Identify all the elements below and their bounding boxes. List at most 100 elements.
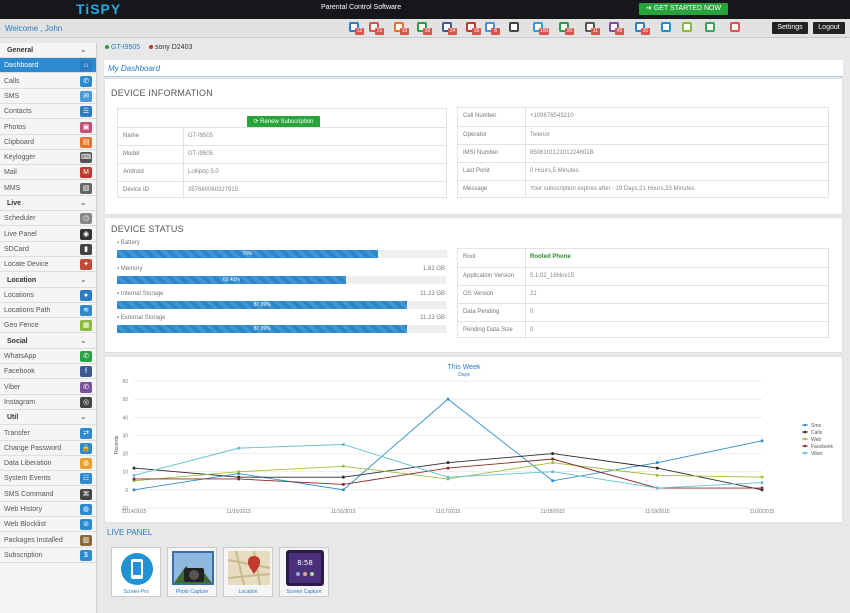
sidebar-item-locations[interactable]: Locations ● <box>0 288 96 303</box>
notification-count-badge: 19 <box>472 28 481 35</box>
whatsapp-notification[interactable]: 36 <box>416 21 432 35</box>
chevron-down-icon: ⌄ <box>80 335 87 345</box>
info-value: +109876543210 <box>530 113 574 119</box>
live-screen-capture[interactable]: 8:58 Screen Capture <box>279 547 329 597</box>
info-key: Operator <box>463 132 487 138</box>
sidebar-section-location[interactable]: Location ⌄ <box>0 273 96 288</box>
live-location[interactable]: Location <box>223 547 273 597</box>
location-notification[interactable] <box>704 21 718 35</box>
sidebar-section-social[interactable]: Social ⌄ <box>0 334 96 349</box>
notification-count-badge: 36 <box>423 28 432 35</box>
sidebar-section-util[interactable]: Util ⌄ <box>0 410 96 426</box>
sidebar-item-live-panel[interactable]: Live Panel ◉ <box>0 227 96 242</box>
sidebar-label: Facebook <box>4 368 35 376</box>
sidebar-item-clipboard[interactable]: Clipboard ▤ <box>0 135 96 150</box>
mms-icon: ▧ <box>80 182 92 194</box>
sidebar-item-mail[interactable]: Mail M <box>0 165 96 181</box>
sidebar-label: System Events <box>4 475 51 483</box>
sidebar-item-calls[interactable]: Calls ✆ <box>0 74 96 89</box>
live-item-label: Screen-Pro <box>123 589 149 595</box>
sidebar-item-contacts[interactable]: Contacts ☰ <box>0 104 96 120</box>
sidebar-item-sms-command[interactable]: SMS Command ⌘ <box>0 487 96 502</box>
sidebar-item-scheduler[interactable]: Scheduler ◷ <box>0 211 96 227</box>
sidebar-section-live[interactable]: Live ⌄ <box>0 196 96 211</box>
legend-marker <box>803 437 807 441</box>
device-status-title: DEVICE STATUS <box>111 224 184 234</box>
cell-divider <box>183 164 184 181</box>
sidebar-item-sdcard[interactable]: SDCard ▮ <box>0 242 96 257</box>
video-icon <box>730 22 740 32</box>
sidebar-label: Locate Device <box>4 261 49 269</box>
sidebar-label: SMS <box>4 92 20 100</box>
live-item-label: Photo Capture <box>175 589 209 595</box>
sidebar-item-mms[interactable]: MMS ▧ <box>0 181 96 196</box>
sidebar-item-viber[interactable]: Viber ✆ <box>0 380 96 395</box>
calls-notification[interactable]: 12 <box>348 21 364 35</box>
sidebar-label: Social <box>7 337 28 345</box>
sidebar-item-instagram[interactable]: Instagram ◎ <box>0 395 96 410</box>
sidebar-label: Location <box>7 276 37 284</box>
keylogger-notification[interactable] <box>508 21 522 35</box>
x-tick-label: 11/17/2015 <box>436 509 461 515</box>
sidebar-label: Keylogger <box>4 154 36 162</box>
video-notification[interactable] <box>729 21 743 35</box>
notification-count-badge: 31 <box>641 28 650 35</box>
skype-notification[interactable]: 100 <box>532 21 550 35</box>
info-key: Android <box>123 169 144 175</box>
live-photo-capture[interactable]: Photo Capture <box>167 547 217 597</box>
info-key: Data Pending <box>463 309 500 315</box>
subscription-notification[interactable] <box>660 21 674 35</box>
dollar-icon: $ <box>80 549 92 561</box>
sidebar-item-locate-device[interactable]: Locate Device ✦ <box>0 257 96 273</box>
sidebar-label: SDCard <box>4 245 29 253</box>
info-key: Pending Data Size <box>463 327 513 333</box>
status-bar-capacity: 1.82 GB <box>422 266 445 272</box>
photos-notification[interactable]: 6 <box>484 21 500 35</box>
legend-marker <box>803 430 807 434</box>
sidebar-item-dashboard[interactable]: Dashboard ⌂ <box>0 58 96 74</box>
data-point-calls <box>132 466 136 470</box>
sidebar-item-keylogger[interactable]: Keylogger ⌨ <box>0 150 96 166</box>
sms-notification[interactable]: 21 <box>368 21 384 35</box>
logo[interactable]: TiSPY <box>76 1 121 17</box>
sidebar-item-photos[interactable]: Photos ▣ <box>0 120 96 135</box>
sidebar-item-subscription[interactable]: Subscription $ <box>0 548 96 563</box>
notification-count-badge: 19 <box>400 28 409 35</box>
info-key: Last Ponit <box>463 168 490 174</box>
home-icon: ⌂ <box>80 60 92 72</box>
android-notification[interactable] <box>681 21 695 35</box>
sidebar-item-change-password[interactable]: Change Password 🔒 <box>0 441 96 456</box>
sidebar-item-locations-path[interactable]: Locations Path ≋ <box>0 303 96 319</box>
sidebar-item-whatsapp[interactable]: WhatsApp ✆ <box>0 349 96 364</box>
get-started-button[interactable]: ➜ GET STARTED NOW <box>639 3 728 15</box>
sidebar-label: Dashboard <box>4 62 39 70</box>
sidebar-item-transfer[interactable]: Transfer ⇄ <box>0 426 96 441</box>
facebook-notification[interactable]: 24 <box>441 21 457 35</box>
browser-notification[interactable]: 11 <box>584 21 600 35</box>
subscription-icon <box>661 22 671 32</box>
sidebar-item-sms[interactable]: SMS ✉ <box>0 89 96 104</box>
fence-icon: ▦ <box>80 320 92 332</box>
sidebar-item-facebook[interactable]: Facebook f <box>0 364 96 380</box>
contacts-notification[interactable]: 19 <box>393 21 409 35</box>
status-bar-label: ▪ Memory <box>117 266 143 272</box>
sidebar-item-system-events[interactable]: System Events ☷ <box>0 471 96 487</box>
sidebar-item-geo-fence[interactable]: Geo Fence ▦ <box>0 318 96 334</box>
svg-text:8:58: 8:58 <box>297 559 313 567</box>
sidebar-item-web-history[interactable]: Web History ◍ <box>0 502 96 517</box>
hangouts-notification[interactable]: 20 <box>558 21 574 35</box>
viber-notification[interactable]: 45 <box>608 21 624 35</box>
sidebar-item-web-blocklist[interactable]: Web Blocklist ⊘ <box>0 517 96 533</box>
screen-capture-icon: 8:58 <box>286 550 324 586</box>
sidebar-item-packages-installed[interactable]: Packages Installed ▥ <box>0 533 96 548</box>
data-point-sms <box>655 461 659 465</box>
tab-sony-d2403[interactable]: sony D2403 <box>149 44 192 51</box>
web-notification[interactable]: 31 <box>634 21 650 35</box>
tab-gt-i9505[interactable]: GT-I9505 <box>105 44 140 51</box>
sidebar-item-data-liberation[interactable]: Data Liberation ◍ <box>0 456 96 472</box>
settings-button[interactable]: Settings <box>772 22 808 34</box>
live-screen-pro[interactable]: Screen-Pro <box>111 547 161 597</box>
mail-notification[interactable]: 19 <box>465 21 481 35</box>
logout-button[interactable]: Logout <box>813 22 845 34</box>
sidebar-section-general[interactable]: General ⌄ <box>0 43 96 58</box>
